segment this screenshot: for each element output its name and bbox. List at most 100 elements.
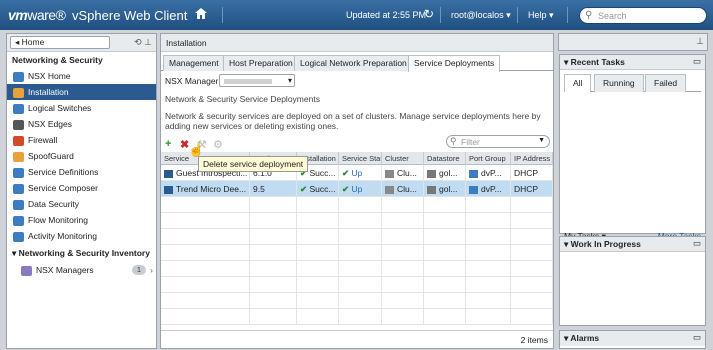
search-icon: ⚲ [585, 10, 593, 21]
column-header[interactable]: IP Address R [511, 152, 553, 165]
sidebar-item-activity-monitoring[interactable]: Activity Monitoring [7, 228, 156, 244]
tab-all[interactable]: All [564, 74, 592, 92]
empty-cell [161, 293, 250, 309]
empty-cell [382, 229, 424, 245]
empty-cell [466, 229, 511, 245]
nav-item-icon [13, 103, 24, 114]
tab-logical-network-preparation[interactable]: Logical Network Preparation [294, 55, 413, 71]
column-header[interactable]: Service Stat [339, 152, 382, 165]
empty-cell [339, 261, 382, 277]
minimize-icon[interactable]: ▭ [693, 332, 701, 343]
sidebar-item-label: Logical Switches [28, 103, 92, 113]
table-cell: dvP... [466, 181, 511, 197]
sidebar-item-flow-monitoring[interactable]: Flow Monitoring [7, 212, 156, 228]
empty-cell [339, 229, 382, 245]
empty-cell [382, 261, 424, 277]
empty-cell [339, 197, 382, 213]
empty-cell [511, 229, 553, 245]
nav-inventory-section[interactable]: ▾ Networking & Security Inventory [7, 244, 156, 262]
datastore-icon [427, 169, 436, 178]
sidebar-item-service-definitions[interactable]: Service Definitions [7, 164, 156, 180]
empty-cell [424, 261, 466, 277]
cell-text: Succ... [309, 168, 336, 178]
column-header[interactable]: Cluster [382, 152, 424, 165]
table-row [161, 197, 553, 213]
sidebar-item-nsx-home[interactable]: NSX Home [7, 68, 156, 84]
nav-item-icon [13, 71, 24, 82]
sidebar-item-nsx-edges[interactable]: NSX Edges [7, 116, 156, 132]
table-row [161, 245, 553, 261]
chevron-down-icon: ▾ [287, 76, 292, 85]
table-cell: Clu... [382, 165, 424, 181]
sidebar-item-data-security[interactable]: Data Security [7, 196, 156, 212]
refresh-icon[interactable]: ↻ [424, 7, 434, 21]
nsx-manager-select[interactable]: ▾ [219, 74, 295, 87]
back-home-button[interactable]: ◂ Home [10, 36, 110, 49]
nav-item-icon [13, 167, 24, 178]
minimize-icon[interactable]: ▭ [693, 56, 701, 67]
tab-running[interactable]: Running [594, 74, 644, 92]
sidebar-item-label: Data Security [28, 199, 80, 209]
sidebar-item-firewall[interactable]: Firewall [7, 132, 156, 148]
empty-cell [297, 277, 339, 293]
empty-cell [250, 197, 297, 213]
pin-icon[interactable]: ⊥ [696, 36, 704, 47]
sidebar-item-installation[interactable]: Installation [7, 84, 156, 100]
cell-text: DHCP [514, 168, 539, 178]
tab-management[interactable]: Management [163, 55, 225, 71]
table-cell: DHCP [511, 181, 553, 197]
empty-cell [297, 293, 339, 309]
sidebar-item-label: NSX Edges [28, 119, 72, 129]
alarms-header[interactable]: ▾ Alarms ▭ [560, 331, 705, 346]
cluster-icon [385, 185, 394, 194]
empty-cell [511, 261, 553, 277]
sidebar-item-nsx-managers[interactable]: NSX Managers 1 › [7, 262, 156, 278]
cell-text: dvP... [481, 168, 502, 178]
tab-failed[interactable]: Failed [645, 74, 687, 92]
settings-icon[interactable]: ⚙ [213, 138, 223, 151]
divider [567, 7, 568, 23]
tab-host-preparation[interactable]: Host Preparation [223, 55, 299, 71]
top-bar: vmware® vSphere Web Client Updated at 2:… [0, 0, 713, 30]
table-row[interactable]: Trend Micro Dee... 9.5 ✔ Succ... ✔ Up Clu...… [161, 181, 553, 197]
sidebar-item-label: Service Definitions [28, 167, 99, 177]
empty-cell [466, 245, 511, 261]
column-header[interactable]: Datastore [424, 152, 466, 165]
empty-cell [382, 213, 424, 229]
search-input[interactable]: ⚲ Search [579, 7, 707, 24]
table-cell: DHCP [511, 165, 553, 181]
column-header[interactable]: Port Group [466, 152, 511, 165]
tab-bar: Management Host Preparation Logical Netw… [161, 53, 553, 72]
empty-cell [161, 197, 250, 213]
empty-cell [339, 309, 382, 325]
empty-cell [250, 245, 297, 261]
cell-text: dvP... [481, 184, 502, 194]
empty-cell [424, 309, 466, 325]
filter-input[interactable]: ⚲ Filter ▼ [446, 135, 550, 148]
recent-tasks-header[interactable]: ▾ Recent Tasks ▭ [560, 55, 705, 70]
work-in-progress-header[interactable]: ▾ Work In Progress ▭ [560, 237, 705, 252]
add-icon[interactable]: + [165, 138, 171, 150]
help-menu[interactable]: Help ▾ [528, 10, 554, 21]
tab-service-deployments[interactable]: Service Deployments [408, 55, 501, 72]
empty-cell [424, 245, 466, 261]
cell-text: Clu... [397, 184, 417, 194]
table-cell: ✔ Succ... [297, 181, 339, 197]
chevron-down-icon: ▼ [538, 137, 545, 144]
sidebar-item-service-composer[interactable]: Service Composer [7, 180, 156, 196]
history-icon[interactable]: ⟲ ⊥ [134, 37, 152, 48]
table-row [161, 309, 553, 325]
item-count: 2 items [520, 335, 548, 345]
sidebar-item-spoofguard[interactable]: SpoofGuard [7, 148, 156, 164]
empty-cell [297, 245, 339, 261]
empty-cell [511, 293, 553, 309]
updated-time: Updated at 2:55 PM [346, 10, 427, 20]
home-icon[interactable] [195, 8, 207, 19]
chevron-right-icon[interactable]: › [150, 262, 153, 278]
user-menu[interactable]: root@localos ▾ [451, 10, 511, 21]
empty-cell [339, 245, 382, 261]
sidebar-item-logical-switches[interactable]: Logical Switches [7, 100, 156, 116]
divider [222, 7, 223, 23]
minimize-icon[interactable]: ▭ [693, 238, 701, 249]
table-cell: dvP... [466, 165, 511, 181]
